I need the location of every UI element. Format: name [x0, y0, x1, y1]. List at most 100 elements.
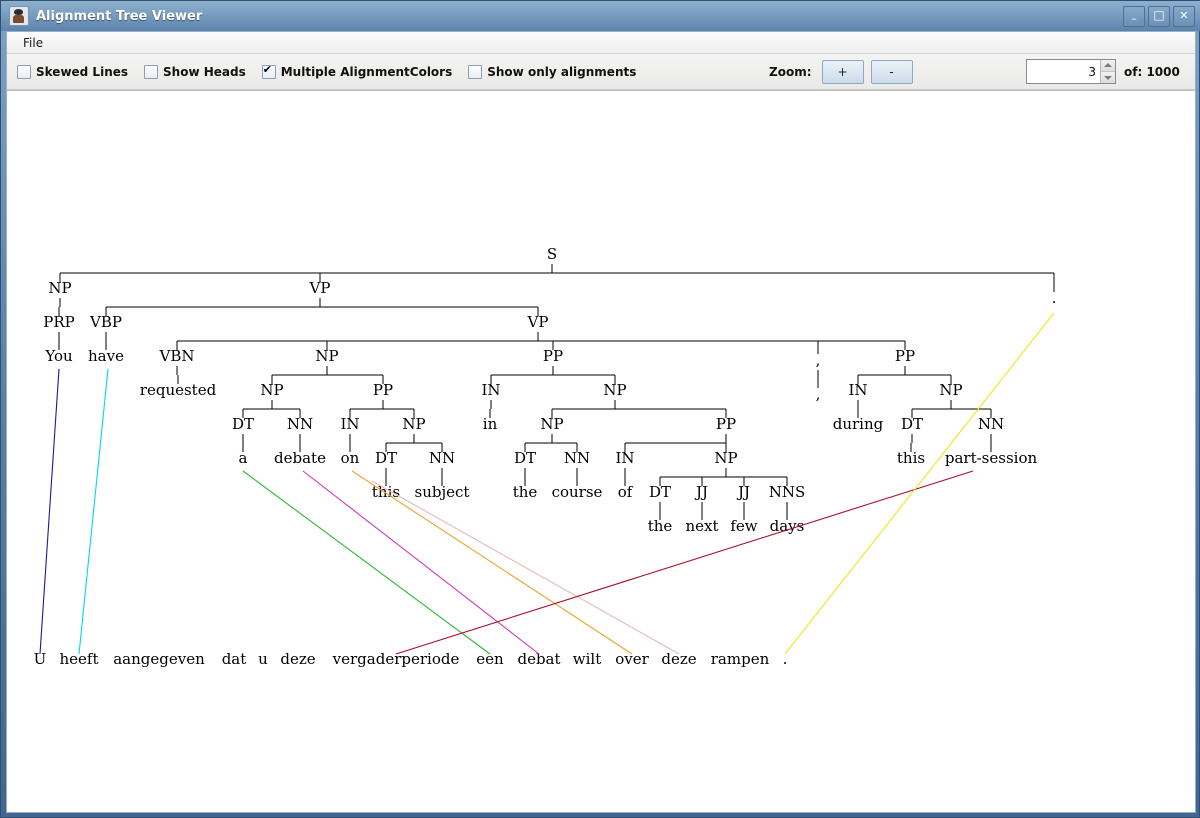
tree-canvas[interactable]: S NP VP. PRP VBP VP You have VBN NP PP, PP requested…: [7, 90, 1195, 812]
checkbox-multiple-alignment-colors-box[interactable]: [261, 63, 276, 79]
tree-node[interactable]: on: [341, 449, 360, 467]
tree-node[interactable]: IN: [848, 381, 867, 399]
tree-node[interactable]: VBP: [89, 313, 122, 331]
tree-node[interactable]: VBN: [159, 347, 195, 365]
target-token[interactable]: u: [258, 650, 268, 668]
tree-node[interactable]: have: [88, 347, 124, 365]
checkbox-show-heads-box[interactable]: [144, 64, 159, 79]
tree-node[interactable]: You: [44, 347, 73, 365]
checkbox-skewed-lines-box[interactable]: [17, 64, 31, 79]
alignment-line[interactable]: [371, 480, 680, 655]
target-token[interactable]: debat: [517, 650, 560, 668]
target-token[interactable]: over: [615, 650, 649, 668]
tree-node[interactable]: part-session: [945, 449, 1038, 467]
tree-node[interactable]: PP: [543, 347, 563, 365]
minimize-button[interactable]: [1123, 6, 1145, 27]
sentence-index-spinner[interactable]: 3: [1026, 59, 1116, 84]
tree-node[interactable]: VP: [527, 313, 549, 331]
tree-node[interactable]: JJ: [694, 483, 708, 501]
tree-node[interactable]: PRP: [43, 313, 74, 331]
tree-node[interactable]: ,: [816, 351, 821, 369]
target-token[interactable]: vergaderperiode: [332, 650, 460, 668]
tree-node[interactable]: NP: [540, 415, 563, 433]
tree-nodes: S NP VP. PRP VBP VP You have VBN NP PP, PP requested…: [43, 245, 1056, 535]
tree-node[interactable]: the: [648, 517, 673, 535]
menu-item-file[interactable]: File: [17, 34, 49, 52]
checkbox-show-only-alignments-box[interactable]: [468, 64, 483, 79]
zoom-out-button[interactable]: -: [870, 59, 913, 84]
tree-node[interactable]: JJ: [736, 483, 750, 501]
tree-node[interactable]: next: [685, 517, 718, 535]
checkbox-multiple-alignment-colors-label: Multiple AlignmentColors: [280, 64, 453, 79]
tree-node[interactable]: VP: [309, 279, 331, 297]
menu-bar: File: [7, 32, 1195, 54]
tree-node[interactable]: DT: [232, 415, 254, 433]
tree-node[interactable]: NP: [315, 347, 338, 365]
toolbar: Skewed Lines Show Heads Multiple Alignme…: [7, 54, 1195, 90]
spinner-up-icon[interactable]: [1101, 60, 1115, 72]
tree-node[interactable]: the: [513, 483, 538, 501]
tree-node[interactable]: PP: [895, 347, 915, 365]
zoom-in-button[interactable]: +: [821, 59, 864, 84]
checkbox-skewed-lines-label: Skewed Lines: [36, 64, 129, 79]
tree-node[interactable]: NP: [402, 415, 425, 433]
checkbox-show-heads[interactable]: Show Heads: [144, 64, 246, 79]
title-bar: Alignment Tree Viewer: [1, 1, 1200, 31]
tree-node[interactable]: NN: [564, 449, 590, 467]
tree-node[interactable]: NN: [287, 415, 313, 433]
alignment-line[interactable]: [39, 368, 60, 655]
tree-node[interactable]: a: [239, 449, 248, 467]
spinner-down-icon[interactable]: [1101, 72, 1115, 83]
target-token[interactable]: deze: [661, 650, 696, 668]
tree-node[interactable]: subject: [415, 483, 470, 501]
tree-node[interactable]: NN: [978, 415, 1004, 433]
target-token[interactable]: rampen: [711, 650, 770, 668]
total-sentences-label: of: 1000: [1124, 64, 1180, 79]
tree-node[interactable]: debate: [274, 449, 326, 467]
target-token[interactable]: deze: [280, 650, 315, 668]
checkbox-multiple-alignment-colors[interactable]: Multiple AlignmentColors: [261, 63, 453, 79]
maximize-button[interactable]: [1148, 6, 1170, 27]
tree-node[interactable]: this: [372, 483, 400, 501]
maximize-icon: [1149, 7, 1169, 26]
target-token[interactable]: dat: [222, 650, 247, 668]
tree-node[interactable]: NN: [429, 449, 455, 467]
tree-node[interactable]: ,: [816, 385, 821, 403]
tree-node[interactable]: of: [618, 483, 634, 501]
tree-node[interactable]: .: [1052, 289, 1057, 307]
tree-node[interactable]: NP: [260, 381, 283, 399]
tree-node[interactable]: PP: [373, 381, 393, 399]
tree-node[interactable]: requested: [140, 381, 217, 399]
tree-node[interactable]: IN: [340, 415, 359, 433]
tree-node[interactable]: NNS: [769, 483, 806, 501]
tree-node[interactable]: DT: [649, 483, 671, 501]
alignment-line[interactable]: [784, 312, 1055, 655]
tree-node[interactable]: in: [483, 415, 498, 433]
sentence-index-value[interactable]: 3: [1027, 65, 1100, 79]
tree-node[interactable]: this: [897, 449, 925, 467]
alignment-line[interactable]: [395, 470, 974, 655]
tree-node[interactable]: DT: [901, 415, 923, 433]
alignment-line[interactable]: [78, 368, 109, 655]
tree-node[interactable]: DT: [514, 449, 536, 467]
minimize-icon: [1124, 7, 1144, 26]
close-button[interactable]: [1173, 6, 1195, 27]
tree-node[interactable]: NP: [939, 381, 962, 399]
checkbox-skewed-lines[interactable]: Skewed Lines: [17, 64, 129, 79]
tree-node[interactable]: DT: [375, 449, 397, 467]
tree-node[interactable]: NP: [714, 449, 737, 467]
tree-node[interactable]: S: [547, 245, 557, 263]
tree-node[interactable]: IN: [615, 449, 634, 467]
tree-node[interactable]: few: [730, 517, 757, 535]
checkbox-show-only-alignments[interactable]: Show only alignments: [468, 64, 636, 79]
tree-node[interactable]: IN: [481, 381, 500, 399]
target-token[interactable]: een: [476, 650, 504, 668]
tree-node[interactable]: NP: [603, 381, 626, 399]
target-token[interactable]: aangegeven: [113, 650, 205, 668]
tree-node[interactable]: course: [552, 483, 603, 501]
tree-node[interactable]: NP: [48, 279, 71, 297]
tree-node[interactable]: PP: [716, 415, 736, 433]
sentence-index-controls: 3 of: 1000: [1026, 59, 1180, 84]
tree-node[interactable]: during: [833, 415, 884, 433]
target-token[interactable]: wilt: [573, 650, 601, 668]
